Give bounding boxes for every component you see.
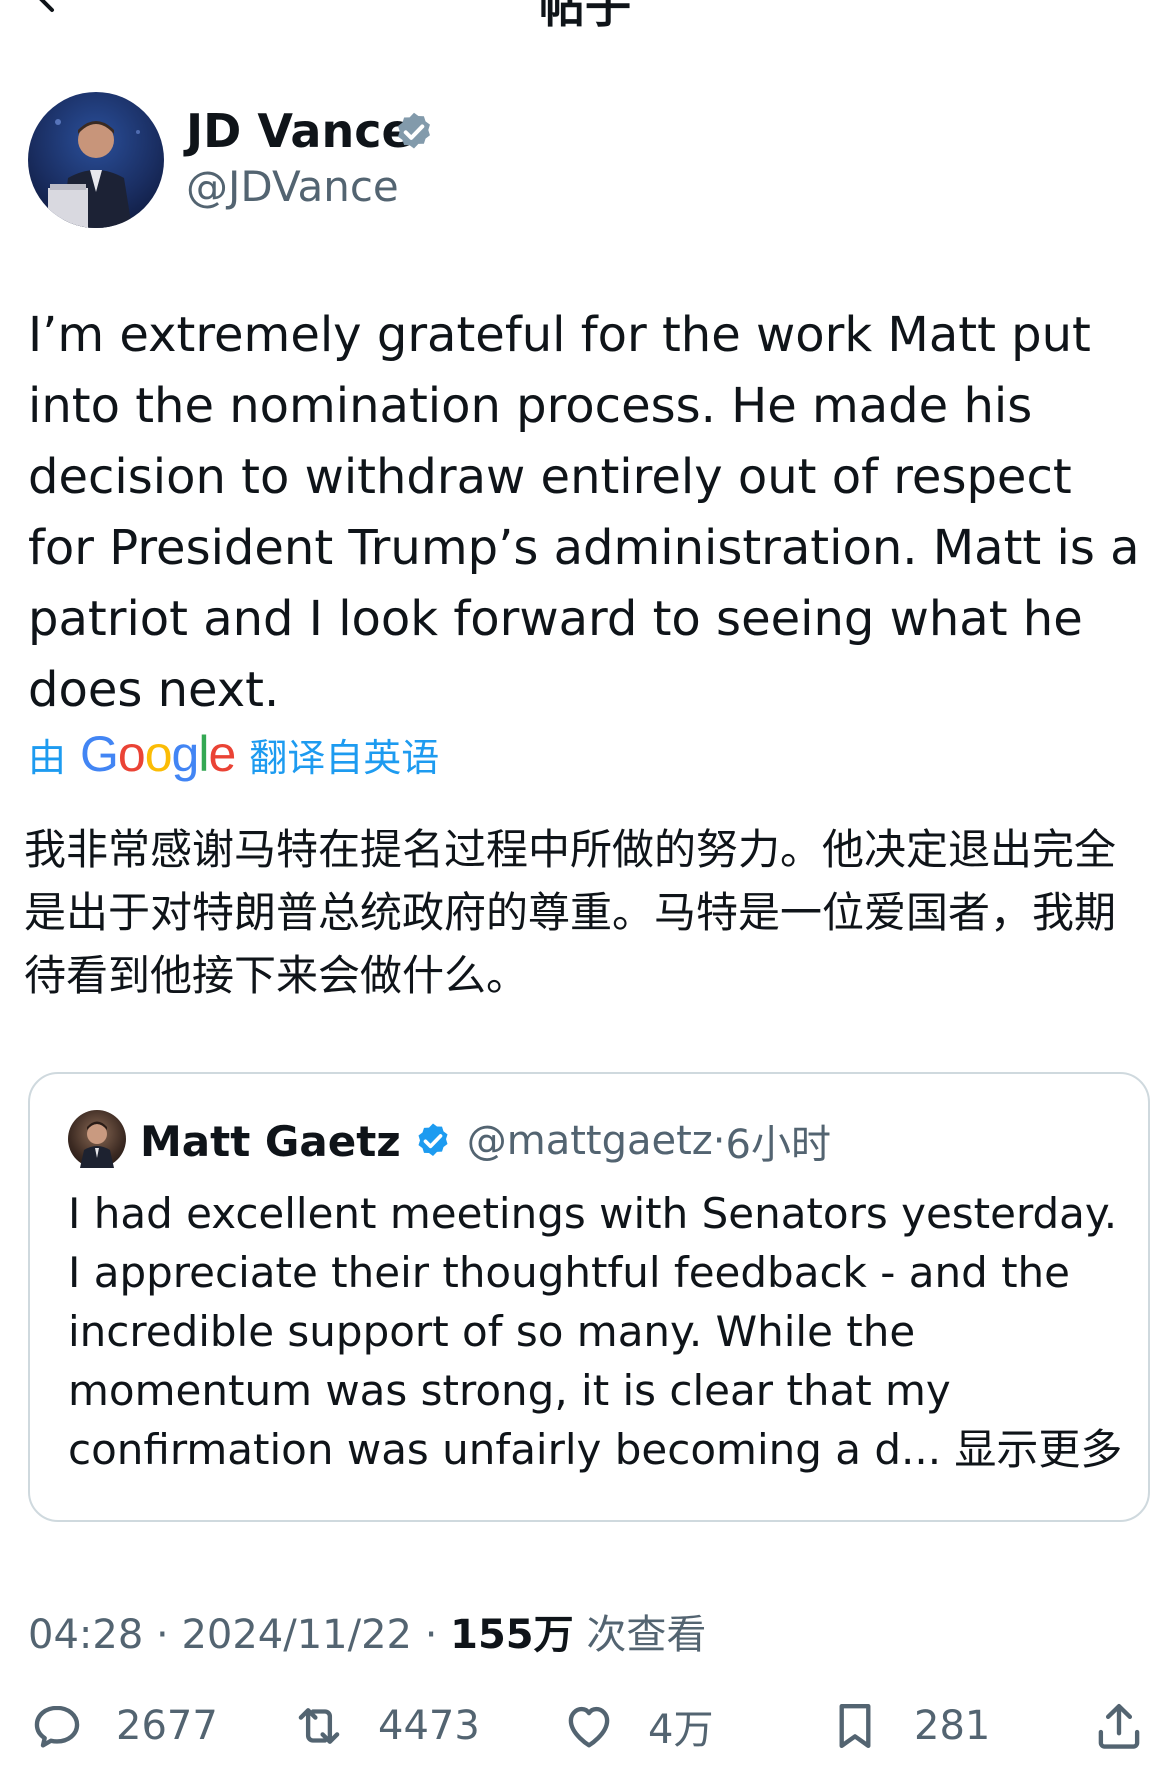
repost-button[interactable]: 4473 — [290, 1696, 480, 1756]
verified-badge-icon — [398, 112, 430, 149]
bookmark-icon — [839, 1704, 871, 1748]
quoted-time: 6小时 — [725, 1122, 831, 1168]
meta-separator: · — [156, 1612, 169, 1658]
views-label: 次查看 — [586, 1612, 707, 1658]
quoted-author-handle[interactable]: @mattgaetz — [467, 1118, 713, 1164]
show-more-link[interactable]: 显示更多 — [954, 1425, 1122, 1474]
tweet-date: 2024/11/22 — [181, 1612, 412, 1658]
translation-suffix: 翻译自英语 — [249, 735, 440, 780]
reply-button[interactable]: 2677 — [28, 1696, 218, 1756]
like-button[interactable]: 4万 — [560, 1696, 713, 1756]
translation-prefix: 由 — [28, 735, 67, 780]
tweet-time: 04:28 — [28, 1612, 144, 1658]
bookmark-button[interactable]: 281 — [826, 1696, 990, 1756]
tweet-meta: 04:28 · 2024/11/22 · 155万 次查看 — [28, 1602, 706, 1660]
author-handle[interactable]: @JDVance — [186, 162, 399, 211]
translation-attribution[interactable]: 由 Google 翻译自英语 — [28, 724, 439, 784]
repost-icon — [298, 1708, 340, 1744]
author-avatar[interactable] — [28, 92, 164, 228]
like-count: 4万 — [648, 1707, 714, 1753]
share-button[interactable] — [1090, 1696, 1148, 1756]
reply-icon — [34, 1705, 80, 1748]
translated-text: 我非常感谢马特在提名过程中所做的努力。他决定退出完全是出于对特朗普总统政府的尊重… — [24, 825, 1117, 1000]
quoted-author-avatar[interactable] — [68, 1110, 126, 1168]
share-icon — [1098, 1704, 1140, 1749]
google-logo: Google — [80, 726, 236, 782]
page-title: 帖子 — [539, 0, 631, 33]
quoted-tweet-card[interactable]: Matt Gaetz @mattgaetz · 6小时 I had excell… — [28, 1072, 1150, 1522]
verified-badge-icon — [418, 1123, 448, 1156]
bookmark-count: 281 — [914, 1703, 991, 1749]
quoted-tweet-text: I had excellent meetings with Senators y… — [68, 1184, 1128, 1479]
like-icon — [568, 1706, 610, 1748]
tweet-text: I’m extremely grateful for the work Matt… — [28, 307, 1140, 718]
views-count[interactable]: 155万 — [450, 1612, 574, 1658]
quoted-tweet-header: Matt Gaetz @mattgaetz · 6小时 — [140, 1112, 831, 1170]
repost-count: 4473 — [378, 1703, 480, 1749]
reply-count: 2677 — [116, 1703, 218, 1749]
meta-separator: · — [424, 1612, 438, 1658]
quoted-separator: · — [712, 1118, 726, 1164]
quoted-author-name[interactable]: Matt Gaetz — [140, 1117, 401, 1166]
author-name[interactable]: JD Vance — [186, 104, 413, 158]
